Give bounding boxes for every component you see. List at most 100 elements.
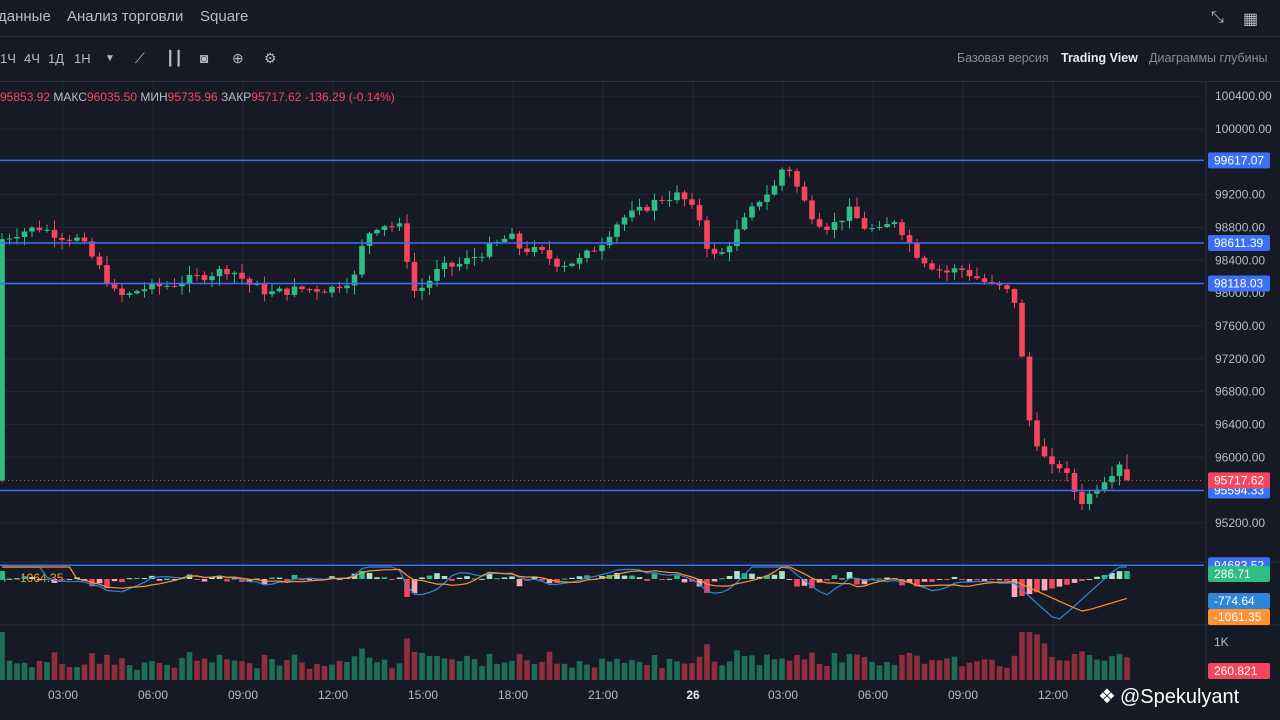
candle-body[interactable]	[81, 237, 88, 242]
candle-body[interactable]	[929, 263, 935, 270]
candle-type-icon[interactable]: ┃┃	[166, 50, 183, 67]
candle-body[interactable]	[134, 291, 140, 294]
tab-trade-analysis[interactable]: Анализ торговли	[67, 8, 183, 25]
candle-body[interactable]	[119, 288, 125, 295]
candle-body[interactable]	[1049, 456, 1055, 465]
candle-body[interactable]	[906, 235, 913, 243]
candle-body[interactable]	[14, 236, 20, 239]
candle-body[interactable]	[936, 269, 943, 271]
candle-body[interactable]	[1071, 472, 1078, 492]
candle-body[interactable]	[501, 238, 508, 242]
candle-body[interactable]	[44, 229, 50, 231]
candle-body[interactable]	[629, 210, 635, 218]
candle-body[interactable]	[539, 246, 545, 251]
candle-body[interactable]	[179, 283, 185, 287]
candle-body[interactable]	[531, 246, 538, 253]
candle-body[interactable]	[719, 252, 725, 254]
candle-body[interactable]	[201, 275, 208, 281]
candle-body[interactable]	[959, 268, 965, 270]
candle-body[interactable]	[779, 169, 785, 186]
candle-body[interactable]	[809, 200, 815, 220]
candle-body[interactable]	[0, 239, 5, 481]
indicator-icon[interactable]: ⟋	[135, 50, 145, 67]
candle-body[interactable]	[381, 226, 388, 230]
candle-body[interactable]	[921, 257, 928, 264]
candle-body[interactable]	[524, 248, 530, 253]
candle-body[interactable]	[359, 245, 365, 275]
price-chart[interactable]: 100400.00 100000.00 99200.00 98800.00 98400.…	[0, 82, 1280, 720]
candle-body[interactable]	[329, 286, 335, 293]
candle-body[interactable]	[194, 274, 200, 276]
candle-body[interactable]	[89, 241, 95, 257]
candle-body[interactable]	[966, 269, 973, 277]
candle-body[interactable]	[674, 192, 680, 201]
candle-body[interactable]	[426, 280, 433, 288]
timeframe-1w[interactable]: 1Н	[74, 51, 91, 66]
candle-body[interactable]	[74, 237, 80, 241]
candle-body[interactable]	[186, 274, 193, 284]
candle-body[interactable]	[974, 276, 980, 279]
candle-body[interactable]	[1064, 468, 1070, 473]
candle-body[interactable]	[284, 288, 290, 295]
candle-body[interactable]	[471, 257, 478, 259]
candle-body[interactable]	[171, 285, 178, 287]
candle-body[interactable]	[1004, 285, 1010, 289]
candle-body[interactable]	[614, 224, 620, 237]
candle-body[interactable]	[59, 237, 65, 240]
candle-body[interactable]	[876, 227, 883, 229]
candle-body[interactable]	[411, 261, 418, 291]
candle-body[interactable]	[419, 287, 425, 291]
candle-body[interactable]	[1011, 288, 1018, 303]
candle-body[interactable]	[231, 272, 238, 275]
candle-body[interactable]	[794, 171, 800, 187]
candle-body[interactable]	[51, 229, 58, 238]
candle-body[interactable]	[216, 269, 223, 277]
candle-body[interactable]	[314, 289, 320, 292]
candle-body[interactable]	[546, 250, 553, 259]
tab-data[interactable]: данные	[0, 8, 51, 25]
view-tradingview[interactable]: Trading View	[1061, 51, 1138, 65]
candle-body[interactable]	[644, 206, 650, 211]
candle-body[interactable]	[1019, 302, 1025, 357]
candle-body[interactable]	[141, 289, 148, 292]
candle-body[interactable]	[951, 268, 958, 273]
candle-body[interactable]	[869, 228, 875, 230]
candle-body[interactable]	[336, 286, 343, 289]
candle-body[interactable]	[374, 229, 380, 234]
candle-body[interactable]	[1124, 469, 1130, 481]
tab-square[interactable]: Square	[200, 8, 248, 25]
candle-body[interactable]	[209, 276, 215, 281]
candle-body[interactable]	[584, 250, 590, 259]
candle-body[interactable]	[659, 199, 665, 201]
candle-body[interactable]	[636, 206, 643, 211]
candle-body[interactable]	[666, 200, 673, 202]
settings-icon[interactable]: ⚙	[264, 50, 277, 67]
candle-body[interactable]	[1101, 482, 1108, 490]
candle-body[interactable]	[854, 206, 860, 219]
view-depth[interactable]: Диаграммы глубины	[1149, 51, 1268, 65]
candle-body[interactable]	[1056, 464, 1063, 469]
candle-body[interactable]	[704, 220, 710, 249]
candle-body[interactable]	[681, 192, 688, 200]
camera-icon[interactable]: ◙	[200, 50, 208, 66]
candle-body[interactable]	[824, 226, 830, 230]
candle-body[interactable]	[801, 186, 808, 201]
candle-body[interactable]	[606, 236, 613, 246]
candle-body[interactable]	[576, 258, 583, 264]
candle-body[interactable]	[1026, 356, 1033, 421]
candle-body[interactable]	[299, 286, 305, 290]
candle-body[interactable]	[1109, 476, 1115, 483]
candle-body[interactable]	[749, 206, 755, 218]
candle-body[interactable]	[839, 220, 845, 223]
timeframe-1h[interactable]: 1Ч	[0, 51, 16, 66]
candle-body[interactable]	[1079, 491, 1085, 504]
candle-body[interactable]	[164, 285, 170, 287]
view-basic[interactable]: Базовая версия	[957, 51, 1049, 65]
candle-body[interactable]	[764, 194, 770, 202]
candle-body[interactable]	[1116, 464, 1123, 477]
candle-body[interactable]	[321, 291, 328, 293]
candle-body[interactable]	[554, 258, 560, 267]
candle-body[interactable]	[846, 206, 853, 221]
candle-body[interactable]	[21, 231, 28, 237]
candle-body[interactable]	[276, 288, 283, 292]
